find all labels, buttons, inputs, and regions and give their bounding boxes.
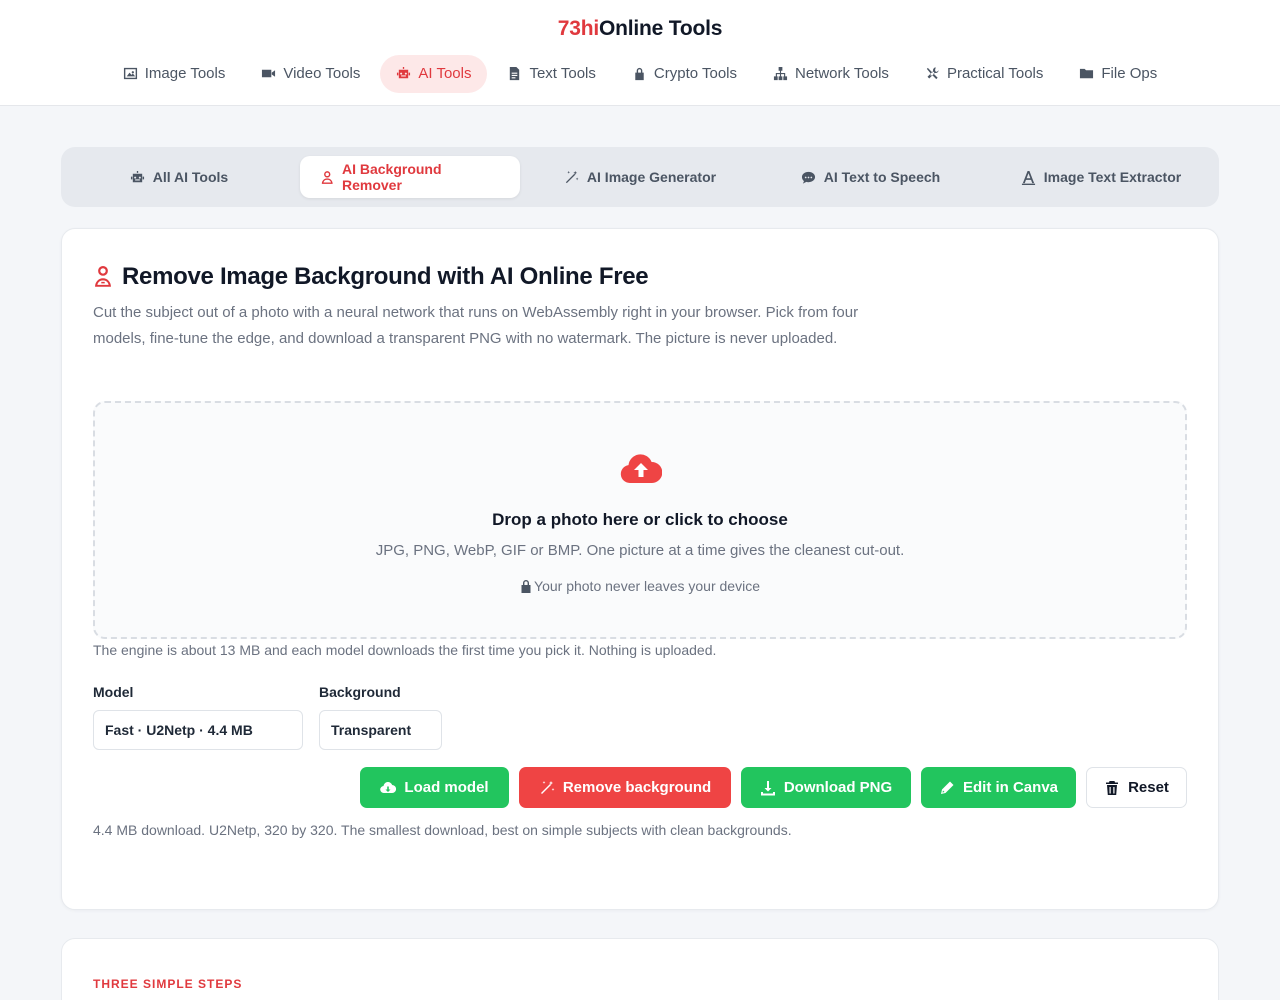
site-logo[interactable]: 73hiOnline Tools [0, 17, 1280, 41]
nav-ai-tools[interactable]: AI Tools [380, 54, 488, 93]
engine-note: The engine is about 13 MB and each model… [93, 642, 717, 658]
text-glyph-icon [1021, 170, 1036, 185]
subnav-label: AI Image Generator [586, 169, 717, 185]
model-select-value: Fast · U2Netp · 4.4 MB [105, 722, 253, 738]
subnav-ai-image-generator[interactable]: AI Image Generator [530, 156, 750, 198]
user-cutout-icon [320, 170, 334, 185]
nav-label: AI Tools [418, 65, 472, 82]
steps-heading: THREE SIMPLE STEPS [93, 977, 243, 991]
background-label: Background [319, 684, 401, 700]
subnav-ai-text-to-speech[interactable]: AI Text to Speech [761, 156, 981, 198]
lock-icon [632, 66, 647, 81]
main-nav: Image Tools Video Tools AI Tools Text To… [0, 54, 1280, 93]
video-icon [261, 66, 276, 81]
remove-background-button[interactable]: Remove background [519, 767, 731, 808]
nav-text-tools[interactable]: Text Tools [491, 55, 611, 93]
download-icon [760, 780, 776, 796]
load-model-button[interactable]: Load model [360, 767, 509, 808]
brand-accent: 73hi [557, 17, 599, 40]
button-label: Remove background [562, 779, 712, 796]
nav-file-ops[interactable]: File Ops [1063, 55, 1173, 93]
lock-icon [521, 580, 531, 593]
button-label: Load model [404, 779, 489, 796]
trash-icon [1104, 780, 1120, 796]
subnav-image-text-extractor[interactable]: Image Text Extractor [991, 156, 1211, 198]
subnav-label: AI Background Remover [341, 161, 442, 193]
button-label: Download PNG [783, 779, 893, 796]
file-text-icon [507, 66, 522, 81]
dropzone-title: Drop a photo here or click to choose [492, 510, 788, 529]
dropzone-privacy-note: Your photo never leaves your device [95, 578, 1185, 594]
robot-user-icon [95, 266, 111, 287]
page-title-text: Remove Image Background with AI Online F… [122, 263, 649, 290]
tool-description: Cut the subject out of a photo with a ne… [93, 304, 859, 347]
nav-label: Text Tools [529, 65, 596, 82]
steps-card: THREE SIMPLE STEPS [61, 938, 1219, 1000]
tool-card: Remove Image Background with AI Online F… [61, 228, 1219, 910]
magic-wand-icon [564, 170, 579, 185]
privacy-text: Your photo never leaves your device [534, 578, 760, 594]
subnav-all-ai-tools[interactable]: All AI Tools [69, 156, 289, 198]
subnav-label: All AI Tools [152, 169, 229, 185]
brand-name: Online Tools [599, 17, 723, 40]
subnav-label: AI Text to Speech [823, 169, 941, 185]
background-select[interactable]: Transparent [319, 710, 442, 750]
subnav-label: Image Text Extractor [1043, 169, 1182, 185]
nav-label: Video Tools [283, 65, 361, 82]
button-label: Reset [1128, 779, 1169, 796]
nav-label: Crypto Tools [653, 65, 737, 82]
image-icon [123, 66, 138, 81]
subnav-ai-background-remover[interactable]: AI Background Remover [299, 156, 520, 198]
top-header: 73hiOnline Tools Image Tools Video Tools… [0, 0, 1280, 106]
ai-tools-subnav: All AI Tools AI Background Remover AI Im… [61, 147, 1219, 207]
tools-icon [925, 66, 940, 81]
nav-video-tools[interactable]: Video Tools [245, 55, 376, 93]
dropzone-formats: JPG, PNG, WebP, GIF or BMP. One picture … [375, 542, 905, 559]
cloud-upload-icon [620, 454, 662, 484]
nav-crypto-tools[interactable]: Crypto Tools [616, 55, 753, 93]
nav-label: Network Tools [795, 65, 889, 82]
network-icon [773, 66, 788, 81]
model-info: 4.4 MB download. U2Netp, 320 by 320. The… [93, 822, 792, 838]
speech-bubble-icon [801, 170, 816, 185]
nav-label: Practical Tools [946, 65, 1044, 82]
nav-practical-tools[interactable]: Practical Tools [909, 55, 1059, 93]
magic-wand-icon [539, 780, 555, 796]
nav-label: Image Tools [144, 65, 226, 82]
nav-label: File Ops [1101, 65, 1158, 82]
nav-network-tools[interactable]: Network Tools [757, 55, 905, 93]
reset-button[interactable]: Reset [1086, 767, 1187, 808]
page-title: Remove Image Background with AI Online F… [93, 263, 649, 291]
download-png-button[interactable]: Download PNG [741, 767, 911, 808]
model-select[interactable]: Fast · U2Netp · 4.4 MB [93, 710, 303, 750]
robot-icon [396, 66, 411, 81]
background-select-value: Transparent [331, 722, 412, 738]
pen-icon [939, 780, 955, 796]
robot-icon [130, 170, 145, 185]
edit-in-canva-button[interactable]: Edit in Canva [921, 767, 1076, 808]
cloud-download-icon [380, 780, 396, 796]
folder-icon [1079, 66, 1094, 81]
button-label: Edit in Canva [962, 779, 1059, 796]
photo-dropzone[interactable]: Drop a photo here or click to choose JPG… [93, 401, 1187, 639]
nav-image-tools[interactable]: Image Tools [107, 55, 242, 93]
model-label: Model [93, 684, 134, 700]
